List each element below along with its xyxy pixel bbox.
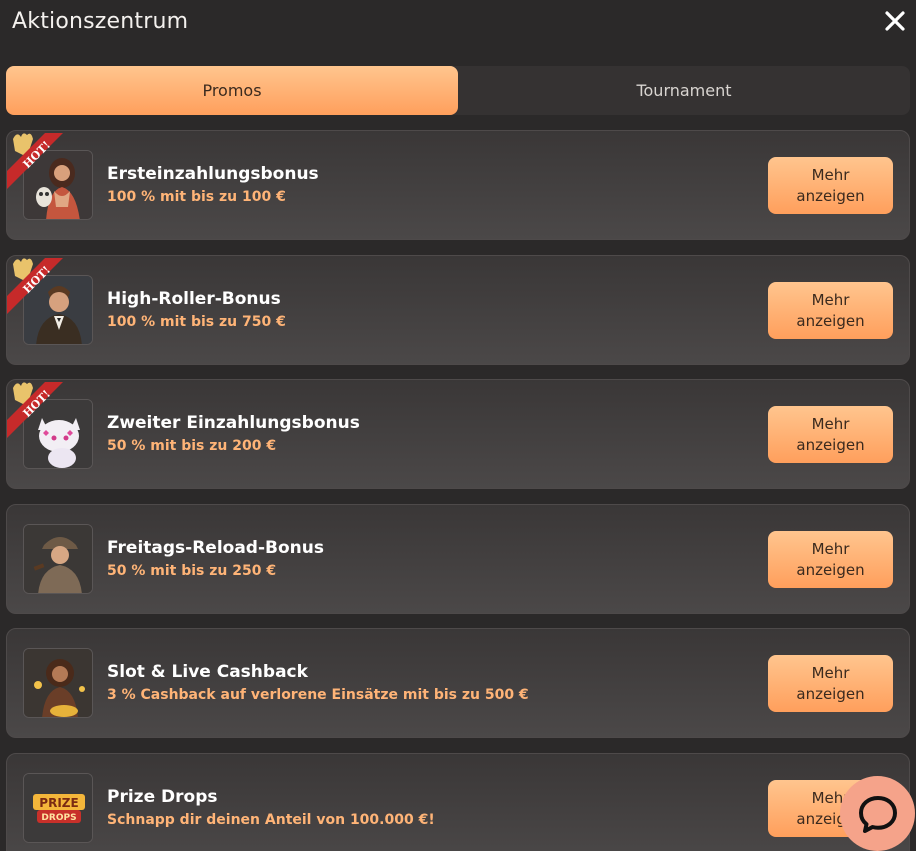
- chat-button[interactable]: [840, 776, 915, 851]
- tab-bar: Promos Tournament: [6, 66, 910, 115]
- promo-image-man-in-suit: [23, 275, 93, 345]
- tab-promos[interactable]: Promos: [6, 66, 458, 115]
- show-more-button[interactable]: Mehr anzeigen: [768, 157, 893, 214]
- promo-title: Freitags-Reload-Bonus: [107, 538, 324, 558]
- button-label-line1: Mehr: [811, 663, 850, 682]
- promo-subtitle: Schnapp dir deinen Anteil von 100.000 €!: [107, 812, 435, 828]
- button-label-line2: anzeigen: [796, 186, 865, 205]
- button-label-line1: Mehr: [811, 414, 850, 433]
- promotions-panel: Aktionszentrum Promos Tournament HOT! Er…: [0, 0, 916, 851]
- svg-text:DROPS: DROPS: [41, 813, 76, 823]
- promo-subtitle: 100 % mit bis zu 100 €: [107, 189, 286, 205]
- button-label-line2: anzeigen: [796, 560, 865, 579]
- button-label-line2: anzeigen: [796, 684, 865, 703]
- promo-subtitle: 100 % mit bis zu 750 €: [107, 314, 286, 330]
- show-more-button[interactable]: Mehr anzeigen: [768, 655, 893, 712]
- show-more-button[interactable]: Mehr anzeigen: [768, 531, 893, 588]
- promo-subtitle: 50 % mit bis zu 250 €: [107, 563, 277, 579]
- promo-card: Freitags-Reload-Bonus 50 % mit bis zu 25…: [6, 504, 910, 614]
- chat-icon: [858, 795, 897, 833]
- show-more-button[interactable]: Mehr anzeigen: [768, 406, 893, 463]
- promo-title: High-Roller-Bonus: [107, 289, 281, 309]
- promo-card: Slot & Live Cashback 3 % Cashback auf ve…: [6, 628, 910, 738]
- header: Aktionszentrum: [0, 0, 916, 52]
- promo-title: Ersteinzahlungsbonus: [107, 164, 319, 184]
- promo-image-woman-with-gold: [23, 648, 93, 718]
- promo-image-white-cat: [23, 399, 93, 469]
- button-label-line1: Mehr: [811, 539, 850, 558]
- promo-image-woman-with-owl: [23, 150, 93, 220]
- button-label-line2: anzeigen: [796, 311, 865, 330]
- promo-card: PRIZE DROPS Prize Drops Schnapp dir dein…: [6, 753, 910, 851]
- promo-subtitle: 50 % mit bis zu 200 €: [107, 438, 277, 454]
- promo-image-detective: [23, 524, 93, 594]
- close-icon[interactable]: [884, 10, 906, 32]
- svg-text:PRIZE: PRIZE: [39, 796, 78, 810]
- promo-subtitle: 3 % Cashback auf verlorene Einsätze mit …: [107, 687, 529, 703]
- show-more-button[interactable]: Mehr anzeigen: [768, 282, 893, 339]
- promo-card: HOT! Zweiter Einzahlungsbonus 50 % mit b…: [6, 379, 910, 489]
- promo-card: HOT! Ersteinzahlungsbonus 100 % mit bis …: [6, 130, 910, 240]
- promo-title: Prize Drops: [107, 787, 218, 807]
- button-label-line2: anzeigen: [796, 435, 865, 454]
- promo-image-prize-drops-logo: PRIZE DROPS: [23, 773, 93, 843]
- button-label-line1: Mehr: [811, 165, 850, 184]
- tab-tournament[interactable]: Tournament: [458, 66, 910, 115]
- promo-card: HOT! High-Roller-Bonus 100 % mit bis zu …: [6, 255, 910, 365]
- promo-title: Zweiter Einzahlungsbonus: [107, 413, 360, 433]
- page-title: Aktionszentrum: [12, 9, 189, 34]
- button-label-line1: Mehr: [811, 290, 850, 309]
- promo-title: Slot & Live Cashback: [107, 662, 308, 682]
